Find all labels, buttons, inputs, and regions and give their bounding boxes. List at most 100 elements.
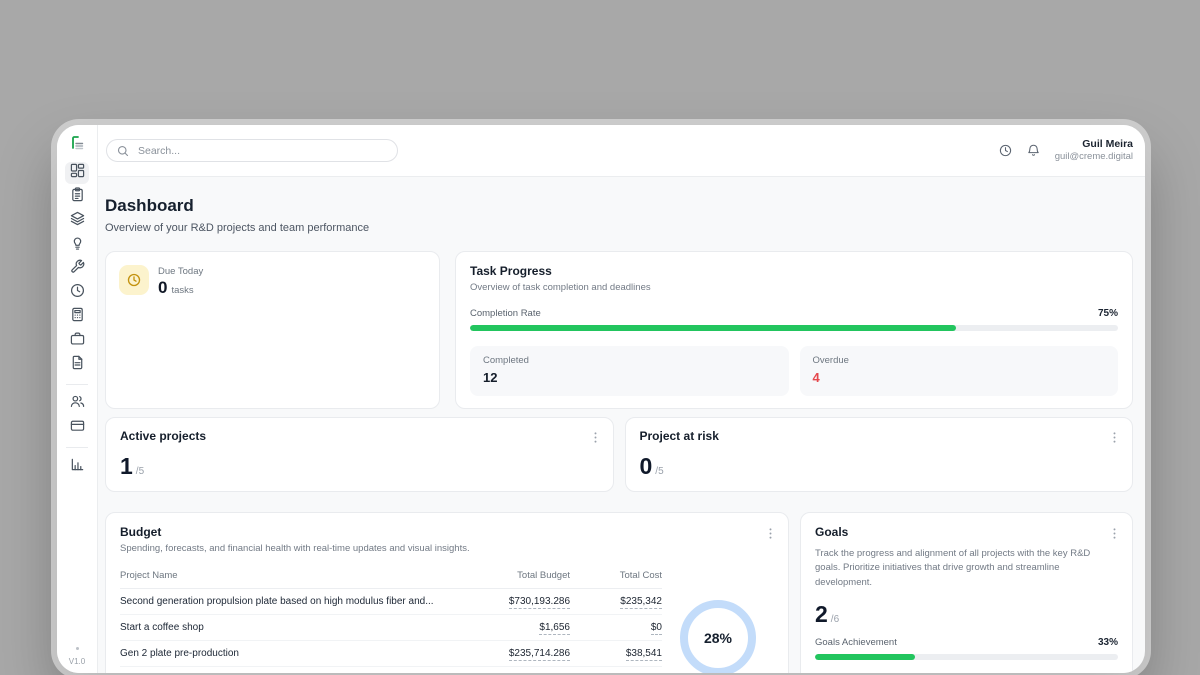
sidebar-item-layers[interactable] [65,210,89,232]
sidebar-item-analytics[interactable] [65,456,89,478]
total-cost-value[interactable]: $235,342 [620,596,662,609]
sidebar-footer: V1.0 [57,647,97,666]
search-box[interactable] [106,139,398,162]
topbar-right: Guil Meira guil@creme.digital [999,138,1133,164]
budget-donut-wrap: 28% [662,565,774,673]
notifications-bell-button[interactable] [1027,144,1040,157]
total-cost-value[interactable]: $0 [651,622,662,635]
goals-achievement-bar-fill [815,654,915,660]
topbar: Guil Meira guil@creme.digital [98,125,1145,177]
sidebar-item-tools[interactable] [65,258,89,280]
completion-rate-bar [470,325,1118,331]
overdue-value: 4 [813,370,1106,385]
budget-table: Project Name Total Budget Total Cost Sec… [120,565,662,673]
due-today-count: 0 [158,278,167,298]
completion-rate-label: Completion Rate [470,308,541,319]
budget-card: Budget Spending, forecasts, and financia… [105,512,789,673]
task-progress-title: Task Progress [470,264,651,278]
project-name: Start a coffee shop [120,622,452,633]
project-name: Gen 2 plate pre-production [120,648,452,659]
goals-achievement-value: 33% [1098,637,1118,648]
sidebar-item-portfolio[interactable] [65,330,89,352]
user-email: guil@creme.digital [1055,151,1133,163]
active-projects-total: /5 [136,466,144,477]
due-today-label: Due Today [158,266,203,277]
completion-rate-value: 75% [1098,308,1118,319]
total-budget-value[interactable]: $235,714.286 [509,648,570,661]
user-menu[interactable]: Guil Meira guil@creme.digital [1055,138,1133,164]
file-text-icon [70,355,85,375]
search-icon [117,145,129,157]
goals-card: Goals Track the progress and alignment o… [800,512,1133,673]
sidebar: V1.0 [57,125,98,673]
credit-card-icon [70,418,85,438]
history-clock-button[interactable] [999,144,1012,157]
column-total-cost: Total Cost [570,570,662,581]
due-today-clock-icon [119,265,149,295]
project-at-risk-title: Project at risk [640,429,719,443]
users-icon [70,394,85,414]
dashboard-grid-icon [70,163,85,183]
sidebar-divider [66,447,88,448]
calculator-icon [70,307,85,327]
project-name: Second generation propulsion plate based… [120,596,452,607]
goals-achievement-label: Goals Achievement [815,637,897,648]
table-row: Gen 2 plate pre-production $235,714.286 … [120,641,662,667]
total-cost-value[interactable]: $38,541 [626,648,662,661]
wrench-icon [70,259,85,279]
completion-rate-bar-fill [470,325,956,331]
sidebar-item-ideas[interactable] [65,234,89,256]
overdue-label: Overdue [813,355,1106,366]
completed-label: Completed [483,355,776,366]
app-window: V1.0 Guil Meira guil@creme.digital Dashb… [57,125,1145,673]
sidebar-item-dashboard[interactable] [65,162,89,184]
budget-subtitle: Spending, forecasts, and financial healt… [120,543,470,554]
budget-title: Budget [120,525,470,539]
goals-achievement-bar [815,654,1118,660]
clipboard-icon [70,187,85,207]
active-projects-title: Active projects [120,429,206,443]
goals-menu-button[interactable] [1111,525,1118,542]
due-today-card: Due Today 0 tasks [105,251,440,409]
row-projects: Active projects 1 /5 Project at risk 0 [105,417,1133,492]
sidebar-item-billing[interactable] [65,417,89,439]
goals-value: 2 [815,603,828,626]
main-area: Guil Meira guil@creme.digital Dashboard … [98,125,1145,673]
status-dot [76,647,79,650]
sidebar-item-tasks[interactable] [65,186,89,208]
sidebar-item-time[interactable] [65,282,89,304]
dashboard-content: Dashboard Overview of your R&D projects … [98,177,1145,673]
task-progress-card: Task Progress Overview of task completio… [455,251,1133,409]
page-title: Dashboard [105,196,1133,216]
table-row: Start a coffee shop $1,656 $0 [120,615,662,641]
sidebar-divider [66,384,88,385]
active-projects-card: Active projects 1 /5 [105,417,614,492]
total-budget-value[interactable]: $1,656 [539,622,570,635]
version-label: V1.0 [69,657,85,666]
user-name: Guil Meira [1055,138,1133,152]
completed-stat: Completed 12 [470,346,789,396]
sidebar-item-documents[interactable] [65,354,89,376]
project-at-risk-total: /5 [655,466,663,477]
budget-donut-label: 28% [704,630,732,646]
active-projects-menu-button[interactable] [592,429,599,446]
goals-title: Goals [815,525,848,539]
sidebar-item-team[interactable] [65,393,89,415]
sidebar-item-calculator[interactable] [65,306,89,328]
task-progress-subtitle: Overview of task completion and deadline… [470,282,651,293]
active-projects-value: 1 [120,455,133,478]
overdue-stat: Overdue 4 [800,346,1119,396]
layers-icon [70,211,85,231]
lightbulb-icon [70,235,85,255]
total-budget-value[interactable]: $730,193.286 [509,596,570,609]
budget-menu-button[interactable] [767,525,774,542]
row-budget-goals: Budget Spending, forecasts, and financia… [105,512,1133,673]
goals-total: /6 [831,614,839,625]
search-input[interactable] [136,144,387,158]
page-subtitle: Overview of your R&D projects and team p… [105,222,1133,234]
column-total-budget: Total Budget [452,570,570,581]
briefcase-icon [70,331,85,351]
clock-icon [70,283,85,303]
project-at-risk-card: Project at risk 0 /5 [625,417,1134,492]
project-at-risk-menu-button[interactable] [1111,429,1118,446]
